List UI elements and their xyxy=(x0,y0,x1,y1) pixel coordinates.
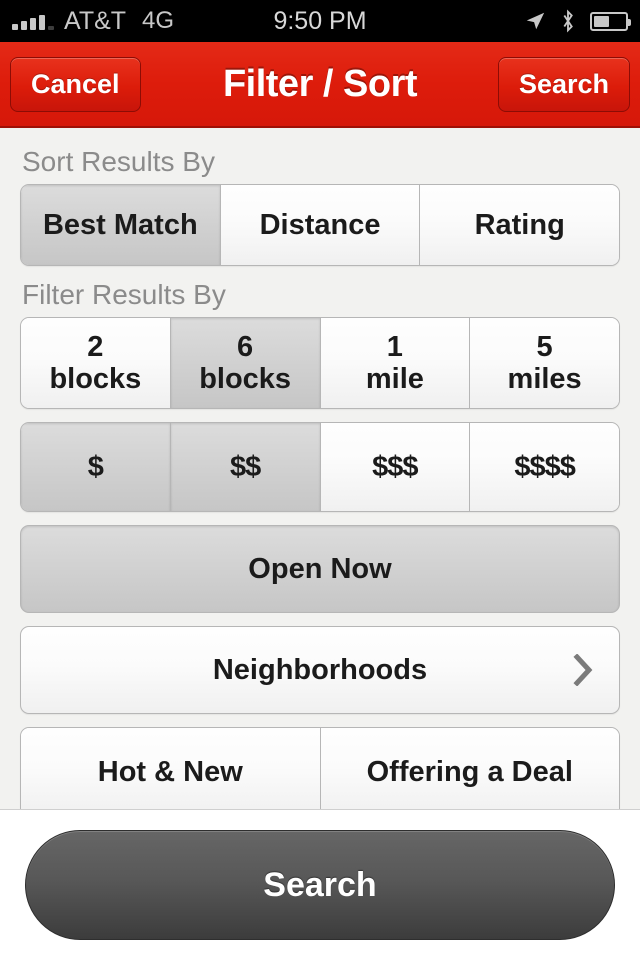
distance-value: 2 xyxy=(87,331,103,363)
attribute-segmented-control: Hot & New Offering a Deal xyxy=(20,727,620,810)
distance-unit: blocks xyxy=(199,363,291,395)
price-option-3[interactable]: $$$ xyxy=(321,423,471,511)
price-option-1[interactable]: $ xyxy=(21,423,171,511)
status-bar: AT&T 4G 9:50 PM xyxy=(0,0,640,42)
open-now-button[interactable]: Open Now xyxy=(20,525,620,613)
distance-option-6-blocks[interactable]: 6 blocks xyxy=(171,318,321,408)
distance-option-1-mile[interactable]: 1 mile xyxy=(321,318,471,408)
distance-unit: blocks xyxy=(49,363,141,395)
network-type-label: 4G xyxy=(142,7,174,35)
sort-option-distance[interactable]: Distance xyxy=(221,185,421,265)
nav-search-button[interactable]: Search xyxy=(498,57,630,112)
carrier-label: AT&T xyxy=(64,7,126,36)
bottom-action-bar: Search xyxy=(0,810,640,960)
sort-option-rating[interactable]: Rating xyxy=(420,185,619,265)
status-bar-left: AT&T 4G xyxy=(12,7,174,36)
filter-content: Sort Results By Best Match Distance Rati… xyxy=(0,128,640,810)
price-option-2[interactable]: $$ xyxy=(171,423,321,511)
sort-segmented-control: Best Match Distance Rating xyxy=(20,184,620,266)
location-arrow-icon xyxy=(524,10,546,32)
sort-section-label: Sort Results By xyxy=(22,146,620,178)
status-bar-right xyxy=(524,9,628,33)
offering-a-deal-button[interactable]: Offering a Deal xyxy=(321,728,620,810)
battery-icon xyxy=(590,12,628,31)
search-submit-button[interactable]: Search xyxy=(25,830,615,940)
neighborhoods-label: Neighborhoods xyxy=(213,654,427,687)
bluetooth-icon xyxy=(560,9,576,33)
navigation-bar: Cancel Filter / Sort Search xyxy=(0,42,640,128)
distance-unit: mile xyxy=(366,363,424,395)
cancel-button[interactable]: Cancel xyxy=(10,57,141,112)
distance-option-2-blocks[interactable]: 2 blocks xyxy=(21,318,171,408)
distance-value: 1 xyxy=(387,331,403,363)
hot-and-new-button[interactable]: Hot & New xyxy=(21,728,321,810)
distance-unit: miles xyxy=(508,363,582,395)
distance-segmented-control: 2 blocks 6 blocks 1 mile 5 miles xyxy=(20,317,620,409)
sort-option-best-match[interactable]: Best Match xyxy=(21,185,221,265)
filter-section-label: Filter Results By xyxy=(22,279,620,311)
price-option-4[interactable]: $$$$ xyxy=(470,423,619,511)
distance-value: 6 xyxy=(237,331,253,363)
filter-sort-screen: AT&T 4G 9:50 PM Cancel Filter / Sort Sea… xyxy=(0,0,640,960)
distance-value: 5 xyxy=(537,331,553,363)
signal-bars-icon xyxy=(12,12,54,30)
price-segmented-control: $ $$ $$$ $$$$ xyxy=(20,422,620,512)
neighborhoods-button[interactable]: Neighborhoods xyxy=(20,626,620,714)
distance-option-5-miles[interactable]: 5 miles xyxy=(470,318,619,408)
chevron-right-icon xyxy=(573,654,593,686)
